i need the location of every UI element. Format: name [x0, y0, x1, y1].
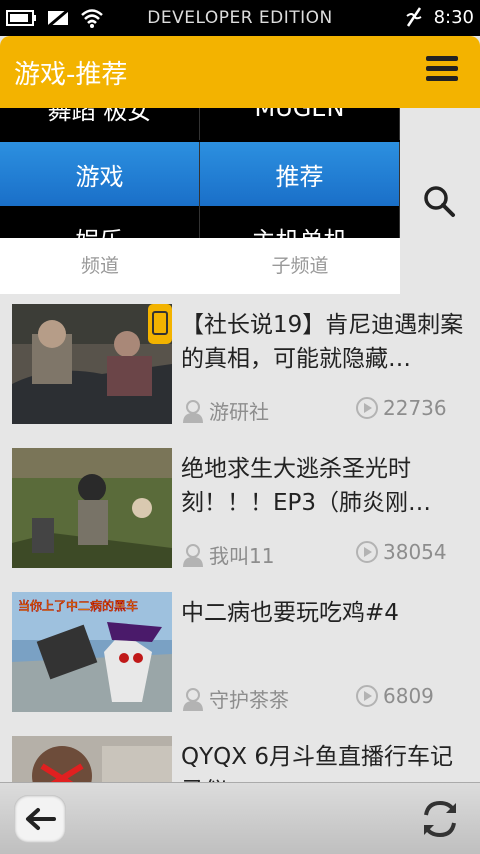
user-icon: [183, 399, 203, 423]
video-title[interactable]: QYQX 6月斗鱼直播行车记录仪: [181, 740, 471, 782]
play-count: 22736: [355, 396, 447, 420]
clock: 8:30: [433, 6, 474, 28]
picker-labels: 频道 子频道: [0, 238, 400, 294]
refresh-icon[interactable]: [418, 797, 462, 841]
video-author[interactable]: 守护茶茶: [181, 684, 289, 713]
play-count: 38054: [355, 540, 447, 564]
picker-item-channel[interactable]: 舞蹈 极女: [0, 108, 200, 140]
video-title[interactable]: 中二病也要玩吃鸡#4: [181, 596, 471, 630]
back-button[interactable]: [14, 795, 66, 843]
play-icon: [356, 541, 378, 563]
menu-icon: [426, 56, 458, 61]
picker-item-subchannel[interactable]: MUGEN: [200, 108, 400, 140]
page-title: 游戏-推荐: [14, 60, 128, 90]
back-arrow-icon: [26, 808, 56, 830]
list-item[interactable]: 【社长说19】肯尼迪遇刺案的真相，可能就隐藏… 游研社 22736: [0, 304, 480, 448]
video-list: 【社长说19】肯尼迪遇刺案的真相，可能就隐藏… 游研社 22736 绝地求生大逃…: [0, 304, 480, 782]
video-thumbnail[interactable]: [12, 304, 172, 424]
list-item[interactable]: 当你上了中二病的黑车 中二病也要玩吃鸡#4 守护茶茶 6809: [0, 592, 480, 736]
channel-label: 频道: [80, 255, 119, 277]
picker-wheel[interactable]: 舞蹈 极女 MUGEN 游戏 推荐 娱乐 主机单机: [0, 108, 400, 238]
play-count-value: 22736: [383, 396, 447, 420]
status-icons-right: 8:30: [404, 6, 474, 28]
play-count-value: 6809: [383, 684, 434, 708]
bottom-toolbar: [0, 782, 480, 854]
video-thumbnail[interactable]: [12, 448, 172, 568]
thumbnail-caption: 当你上了中二病的黑车: [18, 598, 138, 613]
video-title[interactable]: 绝地求生大逃杀圣光时刻！！！EP3（肺炎刚…: [181, 452, 471, 520]
video-meta: 游研社 22736: [181, 396, 471, 424]
video-meta: 守护茶茶 6809: [181, 684, 471, 712]
video-author[interactable]: 我叫11: [181, 540, 274, 569]
author-name: 游研社: [209, 400, 269, 424]
play-count-value: 38054: [383, 540, 447, 564]
play-icon: [356, 685, 378, 707]
video-thumbnail[interactable]: [12, 736, 172, 782]
menu-button[interactable]: [426, 56, 458, 88]
user-icon: [183, 543, 203, 567]
video-title[interactable]: 【社长说19】肯尼迪遇刺案的真相，可能就隐藏…: [181, 308, 471, 376]
author-name: 守护茶茶: [209, 688, 289, 712]
picker-item-subchannel[interactable]: 主机单机: [200, 206, 400, 238]
video-author[interactable]: 游研社: [181, 396, 269, 425]
author-name: 我叫11: [209, 544, 275, 568]
search-icon[interactable]: [422, 184, 456, 218]
play-icon: [356, 397, 378, 419]
subchannel-label: 子频道: [271, 255, 329, 277]
list-item[interactable]: QYQX 6月斗鱼直播行车记录仪: [0, 736, 480, 782]
channel-picker: 舞蹈 极女 MUGEN 游戏 推荐 娱乐 主机单机 频道 子频道: [0, 108, 400, 294]
main-content: 舞蹈 极女 MUGEN 游戏 推荐 娱乐 主机单机 频道 子频道: [0, 108, 480, 782]
video-thumbnail[interactable]: 当你上了中二病的黑车: [12, 592, 172, 712]
video-meta: 我叫11 38054: [181, 540, 471, 568]
title-bar: 游戏-推荐: [0, 36, 480, 108]
picker-selected-subchannel[interactable]: 推荐: [200, 142, 400, 206]
play-count: 6809: [355, 684, 434, 708]
usb-icon: [405, 7, 422, 27]
picker-selected-channel[interactable]: 游戏: [0, 142, 200, 206]
user-icon: [183, 687, 203, 711]
list-item[interactable]: 绝地求生大逃杀圣光时刻！！！EP3（肺炎刚… 我叫11 38054: [0, 448, 480, 592]
status-bar: DEVELOPER EDITION 8:30: [0, 0, 480, 36]
picker-item-channel[interactable]: 娱乐: [0, 206, 200, 238]
